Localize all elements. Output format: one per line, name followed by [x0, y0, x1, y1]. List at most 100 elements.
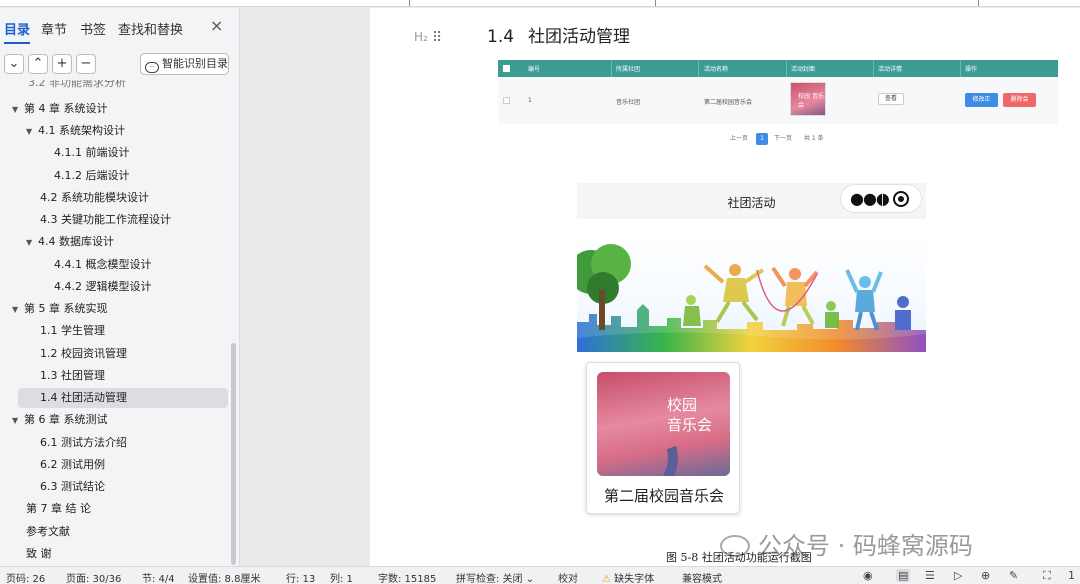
caret-down-icon[interactable]: ▼: [12, 411, 24, 431]
close-icon[interactable]: ×: [210, 16, 223, 35]
delete-button: 删除会: [1003, 93, 1036, 107]
toc-item[interactable]: 6.3 测试结论: [40, 477, 105, 497]
drag-handle-icon[interactable]: ⠿: [432, 30, 442, 46]
toc-item[interactable]: 4.3 关键功能工作流程设计: [40, 210, 171, 230]
tab-chapters[interactable]: 章节: [41, 19, 67, 38]
caret-down-icon[interactable]: ▼: [26, 233, 38, 253]
toc-item[interactable]: 6.1 测试方法介绍: [40, 433, 127, 453]
status-section[interactable]: 节: 4/4: [142, 570, 175, 584]
nav-scrollbar[interactable]: [231, 343, 236, 565]
toc-item[interactable]: ▼ 第 5 章 系统实现: [12, 299, 108, 319]
cell-name: 第二届校园音乐会: [704, 99, 753, 106]
table-header: 编号 所属社团 活动名称 活动封面 活动详情 操作: [498, 60, 1058, 77]
toc-item[interactable]: 1.2 校园资讯管理: [40, 344, 127, 364]
toc-item[interactable]: 6.2 测试用例: [40, 455, 105, 475]
warning-icon: ⚠: [602, 574, 611, 584]
admin-table-screenshot: 编号 所属社团 活动名称 活动封面 活动详情 操作 1 音乐社团 第二届校园音乐…: [498, 60, 1058, 124]
play-icon[interactable]: ▷: [954, 569, 962, 582]
toc-item[interactable]: 4.4.2 逻辑模型设计: [54, 277, 152, 297]
toc-item[interactable]: ▼ 第 4 章 系统设计: [12, 99, 108, 119]
nav-tabs: 目录 章节 书签 查找和替换 ×: [0, 8, 240, 48]
activity-card-title: 第二届校园音乐会: [603, 487, 724, 505]
navigation-pane: 目录 章节 书签 查找和替换 × ⌄ ⌃ + − ·· 智能识别目录 3.2 非功…: [0, 8, 240, 566]
spell-check-toggle[interactable]: 拼写检查: 关闭 ⌄: [456, 570, 534, 584]
tab-toc[interactable]: 目录: [4, 19, 31, 44]
outline-view-icon[interactable]: ☰: [925, 569, 935, 582]
eye-icon[interactable]: ◉: [863, 569, 873, 582]
toc-item[interactable]: 4.2 系统功能模块设计: [40, 188, 149, 208]
document-page: H₂ ⠿ 1.4 社团活动管理 编号 所属社团 活动名称 活动封面 活动详情 操作…: [370, 8, 1080, 566]
toc-item[interactable]: ▼ 4.1 系统架构设计: [26, 121, 125, 141]
plus-icon[interactable]: +: [52, 54, 72, 74]
proofread-button[interactable]: 校对: [558, 570, 578, 584]
banner-illustration: [577, 244, 926, 352]
poster-text: 音乐会: [667, 416, 713, 434]
cell-id: 1: [528, 97, 532, 104]
cover-thumbnail: 校园 音乐会: [790, 82, 826, 116]
toc-item[interactable]: 参考文献: [26, 522, 70, 542]
smart-toc-label: 智能识别目录: [162, 57, 228, 70]
chevron-down-icon[interactable]: ⌄: [4, 54, 24, 74]
toc-item[interactable]: 3.2 非功能需求分析: [28, 80, 126, 93]
column-header: 编号: [528, 66, 541, 73]
tab-bookmarks[interactable]: 书签: [80, 19, 106, 38]
web-view-icon[interactable]: ⊕: [981, 569, 990, 582]
status-last[interactable]: 1: [1068, 569, 1075, 582]
compat-mode-label: 兼容模式: [682, 574, 722, 584]
top-ruler: [0, 0, 1080, 7]
caret-down-icon[interactable]: ▼: [12, 300, 24, 320]
toc-item-selected[interactable]: 1.4 社团活动管理: [18, 388, 228, 408]
toc-list: 3.2 非功能需求分析 ▼ 第 4 章 系统设计 ▼ 4.1 系统架构设计 4.1.…: [0, 80, 232, 566]
pen-icon[interactable]: ✎: [1009, 569, 1018, 582]
status-bar: 页码: 26 页面: 30/36 节: 4/4 设置值: 8.8厘米 行: 13…: [0, 566, 1080, 584]
column-header: 所属社团: [616, 66, 641, 73]
status-word-count[interactable]: 字数: 15185: [378, 570, 436, 584]
page-view-icon[interactable]: ▤: [896, 569, 911, 582]
smart-recognize-icon: ··: [145, 62, 159, 73]
prev-page-label: 上一页: [730, 135, 749, 142]
status-col[interactable]: 列: 1: [330, 570, 353, 584]
poster-text: 校园: [667, 396, 698, 414]
activity-card: 校园 音乐会 第二届校园音乐会: [586, 362, 740, 514]
toc-item[interactable]: 1.3 社团管理: [40, 366, 105, 386]
caret-down-icon[interactable]: ▼: [12, 100, 24, 120]
section-number: 1.4: [487, 27, 515, 47]
current-page: 1: [756, 133, 768, 145]
smart-toc-button[interactable]: ·· 智能识别目录: [140, 53, 229, 75]
row-checkbox-icon: [503, 97, 510, 104]
column-header: 活动名称: [704, 66, 729, 73]
banner-image: [577, 230, 926, 352]
column-header: 活动详情: [878, 66, 903, 73]
cell-club: 音乐社团: [616, 99, 641, 106]
tab-find-replace[interactable]: 查找和替换: [118, 19, 183, 38]
activity-poster: 校园 音乐会: [597, 372, 730, 476]
column-header: 操作: [965, 66, 978, 73]
toc-item[interactable]: 第 7 章 结 论: [26, 499, 91, 519]
status-row[interactable]: 行: 13: [286, 570, 315, 584]
toc-item[interactable]: 4.1.2 后端设计: [54, 166, 130, 186]
status-setting[interactable]: 设置值: 8.8厘米: [188, 570, 260, 584]
section-title: 社团活动管理: [528, 27, 631, 47]
toc-item[interactable]: ▼ 第 6 章 系统测试: [12, 410, 108, 430]
status-page-code[interactable]: 页码: 26: [6, 570, 45, 584]
missing-font-button[interactable]: ⚠ 缺失字体: [602, 570, 654, 584]
view-button: 查看: [878, 93, 904, 105]
toc-item[interactable]: 4.1.1 前端设计: [54, 143, 130, 163]
chevron-down-icon: ⌄: [525, 574, 535, 584]
chevron-up-icon[interactable]: ⌃: [28, 54, 48, 74]
edit-button: 修改正: [965, 93, 998, 107]
column-header: 活动封面: [791, 66, 816, 73]
fullscreen-icon[interactable]: ⛶: [1043, 569, 1051, 583]
total-count: 共 1 条: [804, 135, 824, 142]
toc-item[interactable]: 4.4.1 概念模型设计: [54, 255, 152, 275]
next-page-label: 下一页: [774, 135, 793, 142]
more-icon: ●●●: [850, 189, 890, 208]
toc-item[interactable]: 1.1 学生管理: [40, 321, 105, 341]
toc-item[interactable]: 致 谢: [26, 544, 52, 564]
heading-level-marker[interactable]: H₂: [414, 30, 428, 44]
figure-caption: 图 5-8 社团活动功能运行截图: [666, 551, 812, 564]
toc-item[interactable]: ▼ 4.4 数据库设计: [26, 232, 114, 252]
minus-icon[interactable]: −: [76, 54, 96, 74]
caret-down-icon[interactable]: ▼: [26, 122, 38, 142]
status-page[interactable]: 页面: 30/36: [66, 570, 121, 584]
